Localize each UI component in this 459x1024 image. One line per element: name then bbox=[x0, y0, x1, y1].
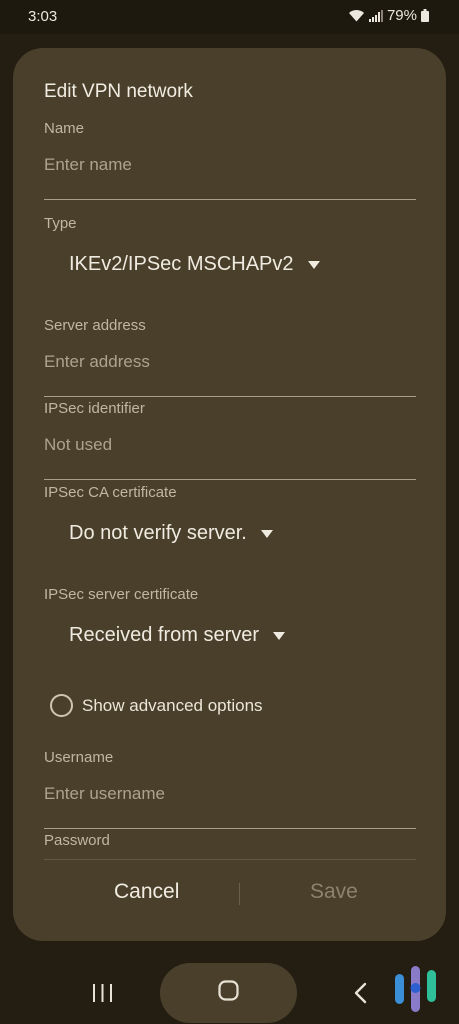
username-label: Username bbox=[44, 749, 114, 766]
username-input[interactable] bbox=[44, 777, 416, 811]
ipsec-ca-certificate-dropdown[interactable]: Do not verify server. bbox=[69, 522, 273, 545]
name-underline bbox=[44, 199, 416, 200]
battery-icon bbox=[421, 9, 429, 22]
status-time: 3:03 bbox=[28, 8, 58, 25]
caret-down-icon bbox=[273, 631, 286, 640]
ipsec-server-certificate-value: Received from server bbox=[69, 624, 260, 646]
cancel-button[interactable]: Cancel bbox=[108, 879, 185, 905]
name-label: Name bbox=[44, 120, 85, 137]
ipsec-identifier-underline bbox=[44, 479, 416, 480]
dialog-actions: Cancel Save bbox=[13, 871, 446, 917]
dialog-title: Edit VPN network bbox=[44, 81, 193, 102]
home-button[interactable] bbox=[160, 963, 297, 1023]
status-bar: 3:03 79% bbox=[0, 0, 459, 34]
server-address-label: Server address bbox=[44, 317, 146, 334]
status-icons: 79% bbox=[348, 7, 429, 24]
type-label: Type bbox=[44, 215, 77, 232]
show-advanced-options-label: Show advanced options bbox=[82, 695, 263, 715]
caret-down-icon bbox=[260, 529, 273, 538]
ipsec-identifier-input[interactable] bbox=[44, 428, 416, 462]
show-advanced-options-checkbox[interactable]: Show advanced options bbox=[50, 694, 263, 717]
signal-icon bbox=[368, 9, 383, 22]
recents-icon[interactable] bbox=[92, 984, 113, 1007]
name-input[interactable] bbox=[44, 148, 416, 182]
ipsec-ca-certificate-value: Do not verify server. bbox=[69, 522, 247, 544]
ipsec-server-certificate-dropdown[interactable]: Received from server bbox=[69, 624, 286, 647]
battery-percent: 79% bbox=[386, 7, 417, 24]
checkbox-circle-icon[interactable] bbox=[50, 694, 73, 717]
ipsec-identifier-label: IPSec identifier bbox=[44, 400, 145, 417]
password-label: Password bbox=[44, 832, 110, 849]
ipsec-server-certificate-label: IPSec server certificate bbox=[44, 586, 199, 603]
server-address-underline bbox=[44, 396, 416, 397]
password-underline bbox=[44, 859, 416, 860]
watermark-logo-icon bbox=[393, 964, 439, 1017]
type-value: IKEv2/IPSec MSCHAPv2 bbox=[69, 253, 294, 275]
ipsec-ca-certificate-label: IPSec CA certificate bbox=[44, 484, 177, 501]
server-address-input[interactable] bbox=[44, 345, 416, 379]
edit-vpn-dialog: Edit VPN network Name Type IKEv2/IPSec M… bbox=[13, 48, 446, 941]
wifi-icon bbox=[348, 9, 365, 22]
username-underline bbox=[44, 828, 416, 829]
home-icon bbox=[218, 980, 239, 1006]
caret-down-icon bbox=[307, 260, 320, 269]
actions-divider bbox=[239, 883, 240, 905]
navigation-bar bbox=[0, 955, 459, 1024]
back-icon[interactable] bbox=[353, 982, 367, 1009]
save-button[interactable]: Save bbox=[304, 879, 364, 905]
type-dropdown[interactable]: IKEv2/IPSec MSCHAPv2 bbox=[69, 253, 320, 276]
